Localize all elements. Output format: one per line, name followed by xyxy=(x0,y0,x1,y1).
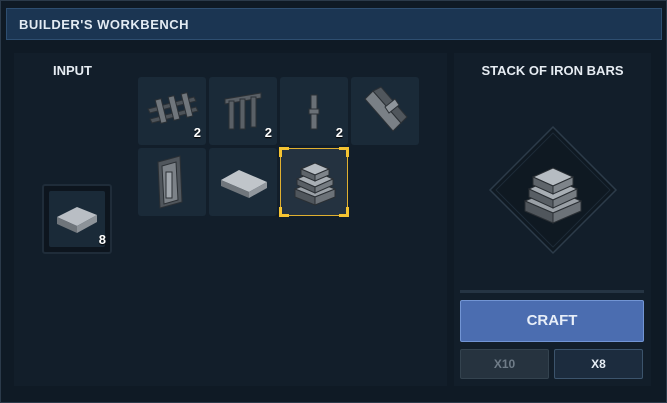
window-title: BUILDER'S WORKBENCH xyxy=(19,17,190,32)
iron-beam-icon xyxy=(364,86,408,132)
input-slot[interactable]: 8 xyxy=(42,184,112,254)
iron-plate-icon xyxy=(221,170,267,198)
stack-of-iron-bars-icon xyxy=(293,162,337,206)
iron-door-icon xyxy=(157,155,183,209)
recipe-slot-iron-door[interactable] xyxy=(138,148,206,216)
recipe-count: 2 xyxy=(264,125,272,140)
output-title: STACK OF IRON BARS xyxy=(481,63,624,78)
recipe-slot-bar-fence[interactable]: 2 xyxy=(209,77,277,145)
divider xyxy=(460,290,644,293)
recipe-slot-iron-beam[interactable] xyxy=(351,77,419,145)
craft-x8-button[interactable]: X8 xyxy=(554,349,643,379)
workbench-window: BUILDER'S WORKBENCH INPUT 8 2 2 2 STACK … xyxy=(0,0,667,403)
title-bar: BUILDER'S WORKBENCH xyxy=(6,8,662,40)
recipe-count: 2 xyxy=(335,125,343,140)
recipe-slot-iron-rod[interactable]: 2 xyxy=(280,77,348,145)
craft-x10-button[interactable]: X10 xyxy=(460,349,549,379)
input-slot-inner xyxy=(49,191,105,247)
recipe-count: 2 xyxy=(193,125,201,140)
input-slot-count: 8 xyxy=(98,232,106,247)
iron-bar-icon xyxy=(57,207,97,233)
output-diamond-frame xyxy=(488,125,618,255)
craft-button[interactable]: CRAFT xyxy=(460,300,644,342)
input-label: INPUT xyxy=(53,63,92,78)
output-preview xyxy=(488,125,618,255)
recipe-slot-stack-of-iron-bars[interactable] xyxy=(279,147,349,217)
recipe-slot-iron-plate[interactable] xyxy=(209,148,277,216)
recipe-slot-rail-track[interactable]: 2 xyxy=(138,77,206,145)
